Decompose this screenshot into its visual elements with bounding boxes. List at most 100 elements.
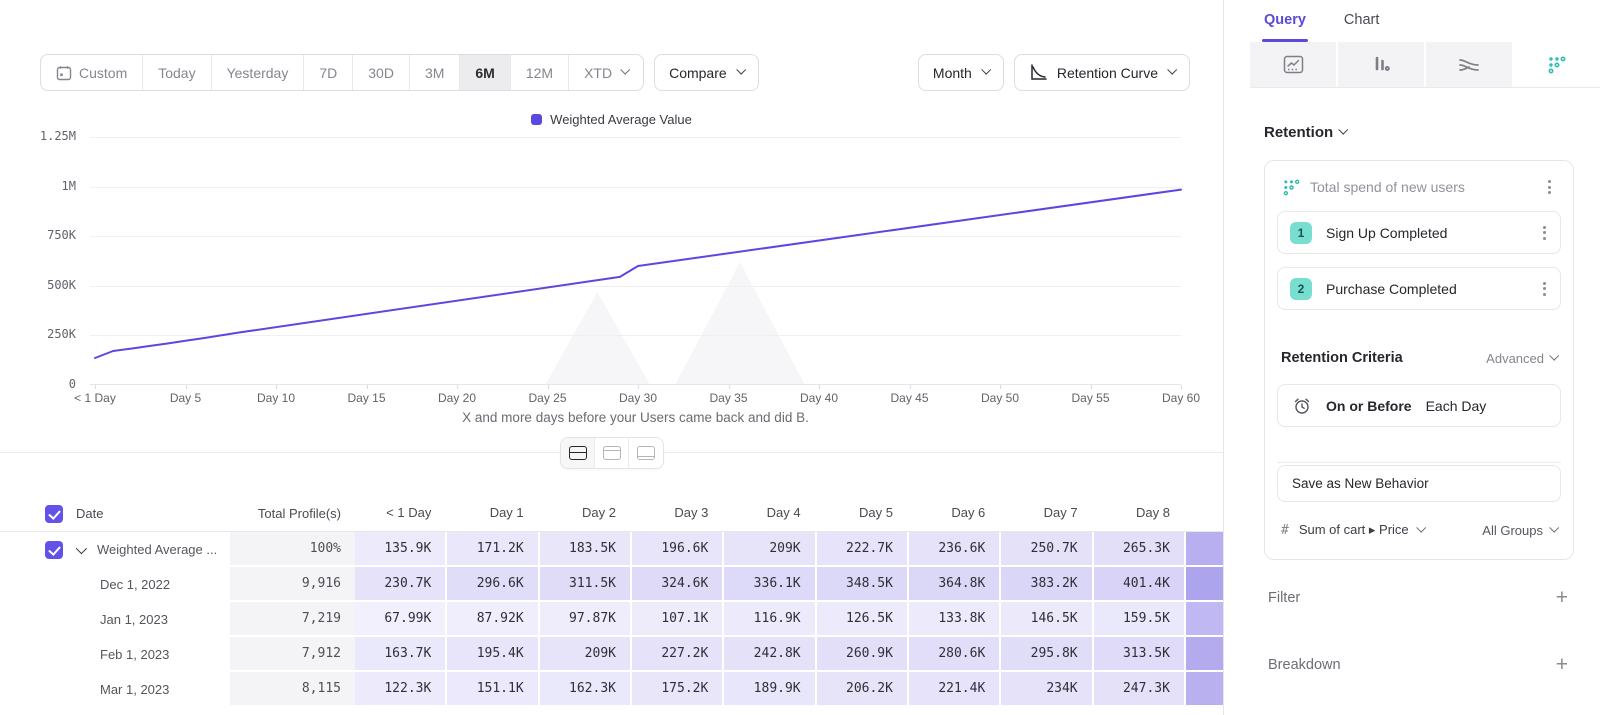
x-tick-label: Day 15 xyxy=(322,391,412,405)
retention-value-cell[interactable]: 383.2K xyxy=(1001,567,1093,602)
total-profiles-cell: 7,912 xyxy=(230,637,355,672)
header-day-column: Day 7 xyxy=(1001,496,1093,531)
chart-plot-area xyxy=(90,137,1181,385)
retention-value-cell[interactable]: 265.3K xyxy=(1094,532,1186,567)
granularity-button[interactable]: Month xyxy=(918,54,1004,91)
retention-value-cell[interactable]: 195.4K xyxy=(447,637,539,672)
retention-value-cell[interactable]: 348.5K xyxy=(817,567,909,602)
retention-value-cell[interactable]: 242.8K xyxy=(724,637,816,672)
retention-value-cell[interactable]: 97.87K xyxy=(540,602,632,637)
range-xtd[interactable]: XTD xyxy=(569,55,643,90)
range-custom[interactable]: Custom xyxy=(41,55,143,90)
retention-value-cell[interactable]: 133.8K xyxy=(909,602,1001,637)
range-6m[interactable]: 6M xyxy=(460,55,510,90)
retention-value-cell[interactable]: 260.9K xyxy=(817,637,909,672)
chart-tab-bars[interactable] xyxy=(1338,42,1424,87)
kebab-menu-icon[interactable] xyxy=(1537,278,1552,300)
retention-value-cell[interactable]: 311.5K xyxy=(540,567,632,602)
compare-button[interactable]: Compare xyxy=(654,54,759,91)
retention-curve-icon xyxy=(1029,64,1049,82)
retention-value-cell[interactable]: 163.7K xyxy=(355,637,447,672)
retention-value-cell[interactable]: 250.7K xyxy=(1001,532,1093,567)
chart-tab-retention[interactable] xyxy=(1514,42,1600,87)
range-7d[interactable]: 7D xyxy=(304,55,353,90)
retention-value-cell[interactable]: 196.6K xyxy=(632,532,724,567)
save-as-new-behavior-button[interactable]: Save as New Behavior xyxy=(1277,465,1561,502)
retention-value-cell[interactable]: 234K xyxy=(1001,672,1093,707)
retention-value-cell[interactable]: 222.7K xyxy=(817,532,909,567)
kebab-menu-icon[interactable] xyxy=(1537,222,1552,244)
header-top-icon xyxy=(603,446,621,460)
partial-column-cell xyxy=(1186,672,1223,707)
retention-value-cell[interactable]: 227.2K xyxy=(632,637,724,672)
retention-line-series[interactable] xyxy=(90,137,1181,385)
retention-value-cell[interactable]: 236.6K xyxy=(909,532,1001,567)
select-all-checkbox[interactable] xyxy=(45,505,63,523)
retention-value-cell[interactable]: 364.8K xyxy=(909,567,1001,602)
row-checkbox[interactable] xyxy=(45,541,63,559)
retention-condition[interactable]: On or Before Each Day xyxy=(1277,384,1561,427)
retention-value-cell[interactable]: 295.8K xyxy=(1001,637,1093,672)
panel-tab-chart[interactable]: Chart xyxy=(1344,12,1379,42)
range-12m[interactable]: 12M xyxy=(511,55,569,90)
retention-value-cell[interactable]: 296.6K xyxy=(447,567,539,602)
retention-value-cell[interactable]: 206.2K xyxy=(817,672,909,707)
query-panel: Query Chart xyxy=(1223,0,1600,715)
range-30d[interactable]: 30D xyxy=(353,55,410,90)
retention-value-cell[interactable]: 171.2K xyxy=(447,532,539,567)
advanced-mode-selector[interactable]: Advanced xyxy=(1486,351,1557,366)
calendar-icon xyxy=(56,65,72,81)
table-layout-split-button[interactable] xyxy=(561,438,595,468)
header-day-column: Day 3 xyxy=(632,496,724,531)
behavior-step[interactable]: 2Purchase Completed xyxy=(1277,267,1561,310)
retention-value-cell[interactable]: 183.5K xyxy=(540,532,632,567)
table-layout-top-button[interactable] xyxy=(595,438,629,468)
retention-value-cell[interactable]: 324.6K xyxy=(632,567,724,602)
table-layout-bottom-button[interactable] xyxy=(629,438,663,468)
header-day-column: Day 5 xyxy=(817,496,909,531)
retention-value-cell[interactable]: 116.9K xyxy=(724,602,816,637)
axis-tick xyxy=(1000,385,1001,389)
retention-value-cell[interactable]: 146.5K xyxy=(1001,602,1093,637)
analysis-type-selector[interactable]: Retention xyxy=(1264,124,1574,141)
retention-value-cell[interactable]: 313.5K xyxy=(1094,637,1186,672)
retention-value-cell[interactable]: 247.3K xyxy=(1094,672,1186,707)
behavior-title[interactable]: Total spend of new users xyxy=(1310,179,1532,195)
add-breakdown-button[interactable]: + xyxy=(1554,654,1570,675)
behavior-step[interactable]: 1Sign Up Completed xyxy=(1277,211,1561,254)
chart-tab-flows[interactable] xyxy=(1426,42,1512,87)
chevron-down-icon[interactable] xyxy=(76,542,87,553)
retention-value-cell[interactable]: 280.6K xyxy=(909,637,1001,672)
retention-value-cell[interactable]: 107.1K xyxy=(632,602,724,637)
retention-value-cell[interactable]: 230.7K xyxy=(355,567,447,602)
retention-value-cell[interactable]: 209K xyxy=(540,637,632,672)
behavior-dots-icon xyxy=(1283,179,1300,196)
retention-value-cell[interactable]: 126.5K xyxy=(817,602,909,637)
retention-value-cell[interactable]: 221.4K xyxy=(909,672,1001,707)
retention-value-cell[interactable]: 336.1K xyxy=(724,567,816,602)
panel-tab-query[interactable]: Query xyxy=(1264,12,1306,42)
retention-value-cell[interactable]: 175.2K xyxy=(632,672,724,707)
measure-property-selector[interactable]: Sum of cart ▸ Price xyxy=(1299,522,1472,538)
retention-value-cell[interactable]: 135.9K xyxy=(355,532,447,567)
range-today[interactable]: Today xyxy=(143,55,211,90)
chart-tab-insights[interactable] xyxy=(1250,42,1336,87)
retention-value-cell[interactable]: 159.5K xyxy=(1094,602,1186,637)
retention-value-cell[interactable]: 67.99K xyxy=(355,602,447,637)
add-filter-button[interactable]: + xyxy=(1554,587,1570,608)
retention-value-cell[interactable]: 189.9K xyxy=(724,672,816,707)
range-3m[interactable]: 3M xyxy=(410,55,460,90)
chart-type-button[interactable]: Retention Curve xyxy=(1014,54,1190,91)
chart-legend[interactable]: Weighted Average Value xyxy=(0,112,1223,127)
kebab-menu-icon[interactable] xyxy=(1542,176,1557,198)
retention-value-cell[interactable]: 162.3K xyxy=(540,672,632,707)
retention-value-cell[interactable]: 151.1K xyxy=(447,672,539,707)
retention-value-cell[interactable]: 87.92K xyxy=(447,602,539,637)
retention-value-cell[interactable]: 209K xyxy=(724,532,816,567)
retention-value-cell[interactable]: 122.3K xyxy=(355,672,447,707)
retention-value-cell[interactable]: 401.4K xyxy=(1094,567,1186,602)
axis-tick xyxy=(819,385,820,389)
group-selector[interactable]: All Groups xyxy=(1482,523,1557,538)
header-edge xyxy=(1186,496,1223,531)
range-yesterday[interactable]: Yesterday xyxy=(212,55,305,90)
